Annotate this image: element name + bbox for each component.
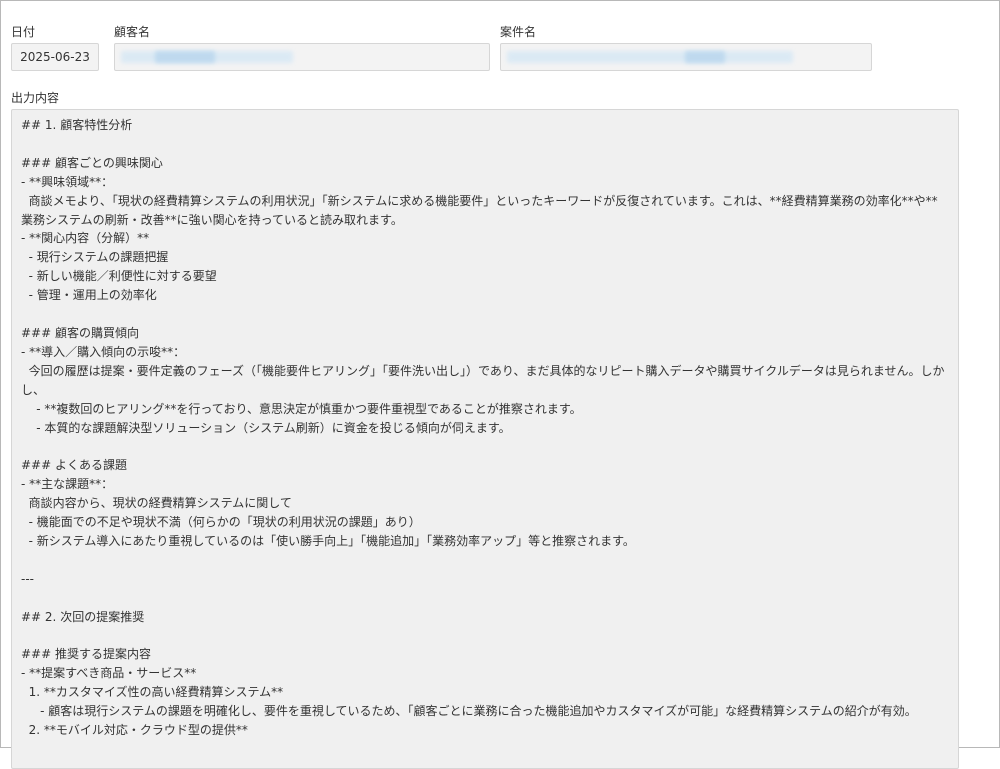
output-line: - 機能面での不足や現状不満（何らかの「現状の利用状況の課題」あり） xyxy=(21,515,421,530)
output-line: - **主な課題**： xyxy=(21,477,114,492)
output-line: ### 顧客の購買傾向 xyxy=(21,325,139,340)
output-line: ## 2. 次回の提案推奨 xyxy=(21,609,145,624)
redaction-mask xyxy=(507,51,793,63)
output-line: 今回の履歴は提案・要件定義のフェーズ（「機能要件ヒアリング」「要件洗い出し」）で… xyxy=(21,363,945,397)
date-label: 日付 xyxy=(11,25,36,39)
output-line: 商談内容から、現状の経費精算システムに関して xyxy=(21,496,292,511)
output-line: - 新システム導入にあたり重視しているのは「使い勝手向上」「機能追加」「業務効率… xyxy=(21,533,635,548)
output-textarea[interactable]: ## 1. 顧客特性分析 ### 顧客ごとの興味関心 - **興味領域**： 商談… xyxy=(11,109,959,769)
output-line: - **提案すべき商品・サービス** xyxy=(21,666,197,681)
output-line: ### 推奨する提案内容 xyxy=(21,647,151,662)
output-line: --- xyxy=(21,571,34,586)
output-line: - 新しい機能／利便性に対する要望 xyxy=(21,269,217,284)
output-line: - **興味領域**： xyxy=(21,174,114,189)
report-form: 日付 顧客名 案件名 2025-06-23 出力内容 ## 1. 顧客特性分析 … xyxy=(0,0,1000,769)
project-label: 案件名 xyxy=(500,25,537,39)
output-line: - 顧客は現行システムの課題を明確化し、要件を重視しているため、「顧客ごとに業務… xyxy=(21,704,917,719)
output-line: ## 1. 顧客特性分析 xyxy=(21,118,133,132)
output-line: ### 顧客ごとの興味関心 xyxy=(21,155,163,170)
output-line: 1. **カスタマイズ性の高い経費精算システム** xyxy=(21,685,284,700)
project-field[interactable] xyxy=(500,43,872,71)
date-field[interactable]: 2025-06-23 xyxy=(11,43,99,71)
output-line: 商談メモより、「現状の経費精算システムの利用状況」「新システムに求める機能要件」… xyxy=(21,193,938,227)
customer-label: 顧客名 xyxy=(114,25,151,39)
customer-field[interactable] xyxy=(114,43,490,71)
output-line: ### よくある課題 xyxy=(21,458,127,473)
output-line: - **関心内容（分解）** xyxy=(21,231,150,246)
output-line: 2. **モバイル対応・クラウド型の提供** xyxy=(21,723,248,737)
redaction-mask xyxy=(155,51,215,63)
output-label: 出力内容 xyxy=(11,91,60,105)
output-line: - 管理・運用上の効率化 xyxy=(21,288,157,303)
output-line: - **導入／購入傾向の示唆**： xyxy=(21,344,186,359)
output-line: - 本質的な課題解決型ソリューション（システム刷新）に資金を投じる傾向が伺えます… xyxy=(21,420,511,435)
output-line: - 現行システムの課題把握 xyxy=(21,250,169,265)
output-content: ## 1. 顧客特性分析 ### 顧客ごとの興味関心 - **興味領域**： 商談… xyxy=(12,110,958,740)
redaction-mask xyxy=(685,51,725,63)
output-line: - **複数回のヒアリング**を行っており、意思決定が慎重かつ要件重視型であるこ… xyxy=(21,401,582,416)
